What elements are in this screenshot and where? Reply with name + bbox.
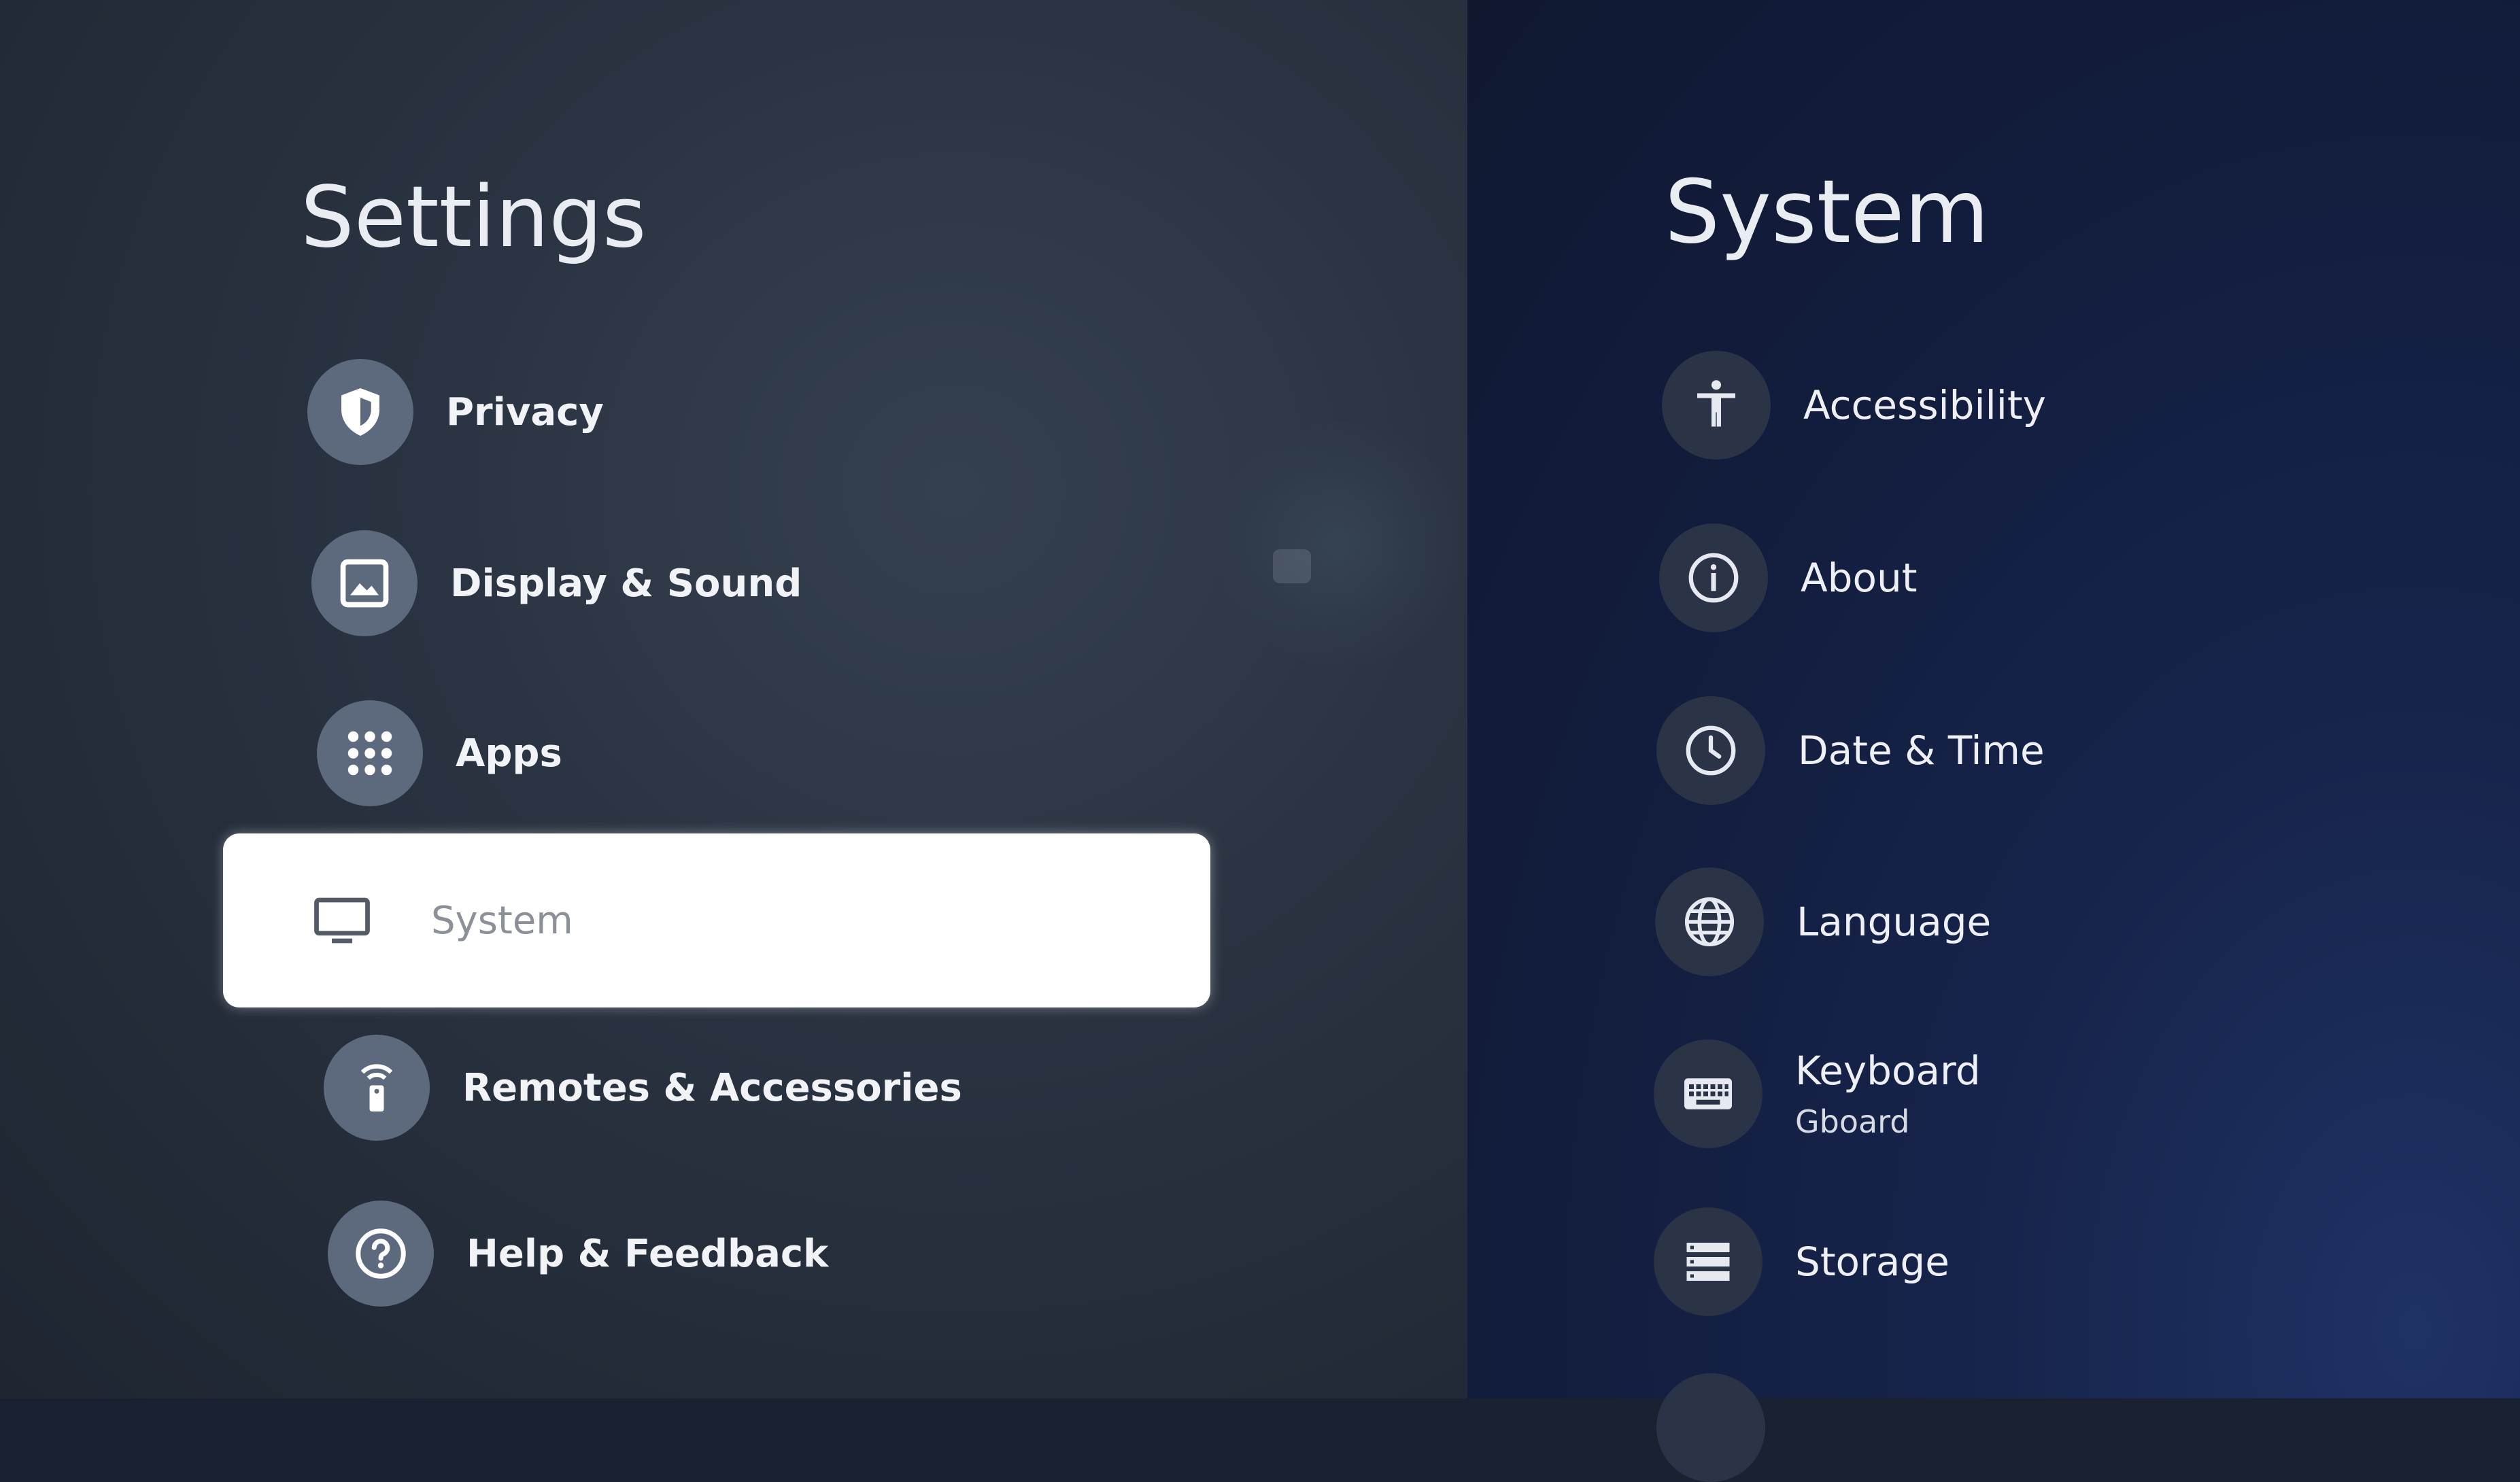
- keyboard-icon: [1654, 1039, 1763, 1148]
- clock-icon: [1656, 696, 1765, 805]
- system-item-label: Date & Time: [1798, 727, 2045, 774]
- info-icon: [1659, 523, 1768, 632]
- background-glow: [1217, 421, 1462, 666]
- help-icon: [328, 1201, 434, 1307]
- image-icon: [311, 530, 418, 636]
- settings-item-privacy[interactable]: Privacy: [307, 358, 604, 466]
- settings-item-label: Help & Feedback: [466, 1231, 829, 1276]
- system-item-label: Storage: [1795, 1239, 1949, 1285]
- tv-icon: [314, 897, 370, 944]
- system-item-next-partial[interactable]: [1656, 1373, 1765, 1482]
- settings-item-label: Remotes & Accessories: [462, 1065, 962, 1110]
- settings-item-label: Privacy: [446, 390, 604, 434]
- settings-item-apps[interactable]: Apps: [317, 699, 562, 808]
- remote-icon: [324, 1035, 430, 1141]
- shield-icon: [307, 359, 413, 465]
- system-item-date-time[interactable]: Date & Time: [1656, 696, 2045, 805]
- settings-item-system[interactable]: System: [223, 833, 1210, 1007]
- system-item-about[interactable]: About: [1659, 523, 1917, 632]
- settings-item-remotes[interactable]: Remotes & Accessories: [324, 1033, 962, 1142]
- settings-title: Settings: [301, 169, 647, 266]
- settings-item-label: Display & Sound: [450, 561, 802, 606]
- settings-item-label: System: [431, 898, 573, 943]
- storage-icon: [1654, 1207, 1763, 1316]
- system-item-label: Accessibility: [1803, 382, 2046, 428]
- settings-item-help[interactable]: Help & Feedback: [328, 1199, 828, 1308]
- background-glow-dot: [1273, 549, 1311, 583]
- apps-grid-icon: [317, 700, 423, 806]
- globe-icon: [1655, 867, 1764, 976]
- accessibility-icon: [1662, 351, 1771, 460]
- system-item-sublabel: Gboard: [1795, 1103, 1910, 1140]
- settings-pane: Settings Privacy Display & Sound Apps Sy…: [0, 0, 1467, 1398]
- system-item-accessibility[interactable]: Accessibility: [1662, 351, 2046, 460]
- system-item-label: About: [1801, 555, 1918, 601]
- system-title: System: [1665, 162, 1990, 263]
- system-item-keyboard[interactable]: Keyboard Gboard: [1654, 1036, 1981, 1152]
- settings-item-label: Apps: [456, 731, 562, 776]
- settings-item-display-sound[interactable]: Display & Sound: [311, 529, 802, 638]
- system-item-storage[interactable]: Storage: [1654, 1207, 1949, 1316]
- system-item-language[interactable]: Language: [1655, 867, 1991, 976]
- system-item-label: Language: [1797, 899, 1992, 945]
- system-item-label: Keyboard: [1795, 1048, 1981, 1094]
